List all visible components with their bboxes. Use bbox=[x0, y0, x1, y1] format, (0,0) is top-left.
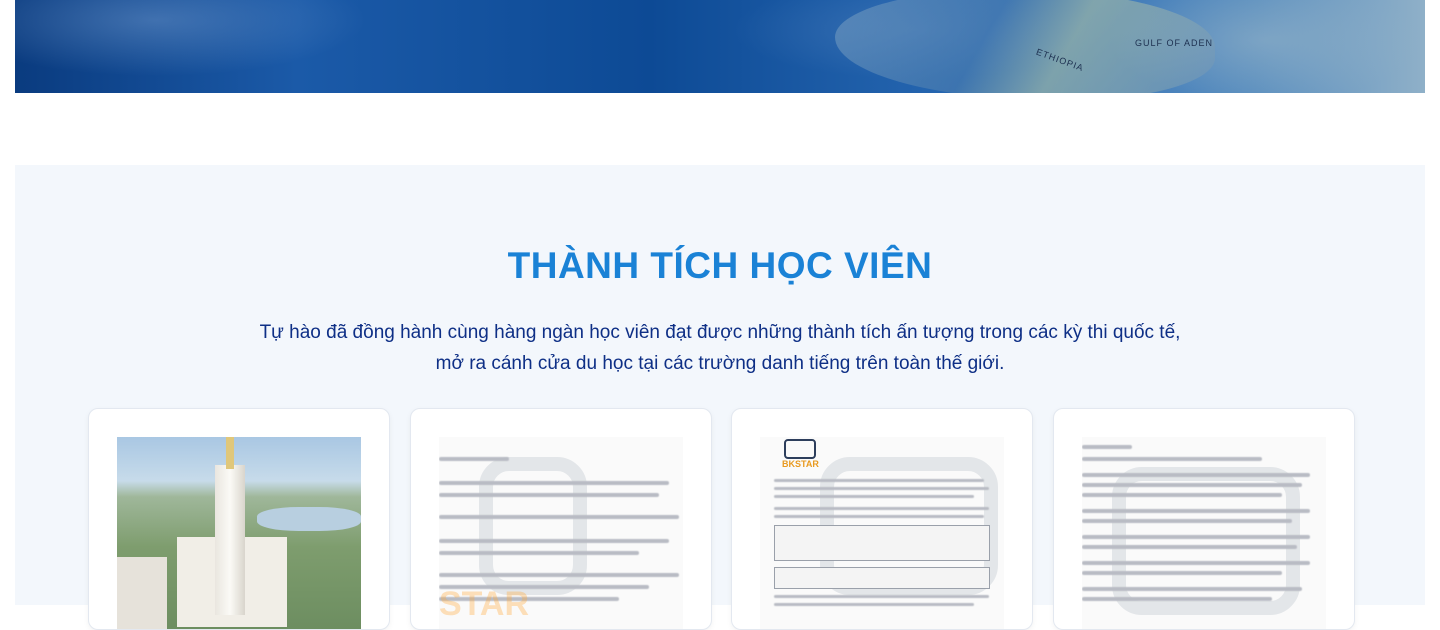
subtitle-line: mở ra cánh cửa du học tại các trường dan… bbox=[435, 353, 1005, 374]
achievement-card[interactable] bbox=[88, 408, 390, 630]
achievement-card[interactable]: STAR bbox=[410, 408, 712, 630]
text-line bbox=[774, 515, 984, 518]
admission-letter-image: BKSTAR bbox=[760, 437, 1004, 629]
spire-shape bbox=[226, 437, 234, 469]
text-line bbox=[1082, 445, 1132, 449]
text-line bbox=[1082, 493, 1282, 497]
section-subtitle: Tự hào đã đồng hành cùng hàng ngàn học v… bbox=[15, 317, 1425, 379]
text-line bbox=[1082, 473, 1310, 477]
text-line bbox=[1082, 509, 1310, 513]
campus-photo bbox=[117, 437, 361, 629]
text-line bbox=[774, 603, 974, 606]
text-line bbox=[439, 457, 509, 461]
hero-banner: GULF OF ADEN ETHIOPIA bbox=[15, 0, 1425, 93]
text-line bbox=[1082, 519, 1292, 523]
building-wing bbox=[117, 557, 167, 629]
achievements-section: THÀNH TÍCH HỌC VIÊN Tự hào đã đồng hành … bbox=[15, 165, 1425, 630]
text-line bbox=[774, 595, 989, 598]
text-line bbox=[1082, 457, 1262, 461]
tower-shape bbox=[215, 465, 245, 615]
document-table bbox=[774, 567, 990, 589]
text-line bbox=[1082, 597, 1272, 601]
logo-text: BKSTAR bbox=[782, 459, 819, 469]
text-line bbox=[439, 551, 639, 555]
text-line bbox=[774, 495, 974, 498]
section-title: THÀNH TÍCH HỌC VIÊN bbox=[507, 245, 933, 286]
text-line bbox=[439, 493, 659, 497]
text-line bbox=[774, 487, 989, 490]
text-line bbox=[439, 481, 669, 485]
scholarship-letter-image: STAR bbox=[439, 437, 683, 629]
text-line bbox=[439, 515, 679, 519]
achievement-card[interactable] bbox=[1053, 408, 1355, 630]
document-table bbox=[774, 525, 990, 561]
watermark-text: STAR bbox=[439, 585, 530, 623]
text-line bbox=[774, 479, 984, 482]
map-label: GULF OF ADEN bbox=[1135, 38, 1214, 48]
achievement-card[interactable]: BKSTAR bbox=[731, 408, 1033, 630]
bkstar-logo-icon bbox=[784, 439, 816, 459]
text-line bbox=[439, 539, 669, 543]
text-line bbox=[1082, 561, 1310, 565]
lake-shape bbox=[257, 507, 361, 531]
watermark-shape bbox=[1112, 467, 1300, 615]
text-line bbox=[1082, 587, 1302, 591]
text-line bbox=[1082, 545, 1297, 549]
text-line bbox=[439, 573, 679, 577]
subtitle-line: Tự hào đã đồng hành cùng hàng ngàn học v… bbox=[259, 322, 1181, 343]
admission-letter-image bbox=[1082, 437, 1326, 629]
text-line bbox=[774, 507, 989, 510]
text-line bbox=[1082, 535, 1310, 539]
text-line bbox=[1082, 571, 1282, 575]
text-line bbox=[1082, 483, 1302, 487]
